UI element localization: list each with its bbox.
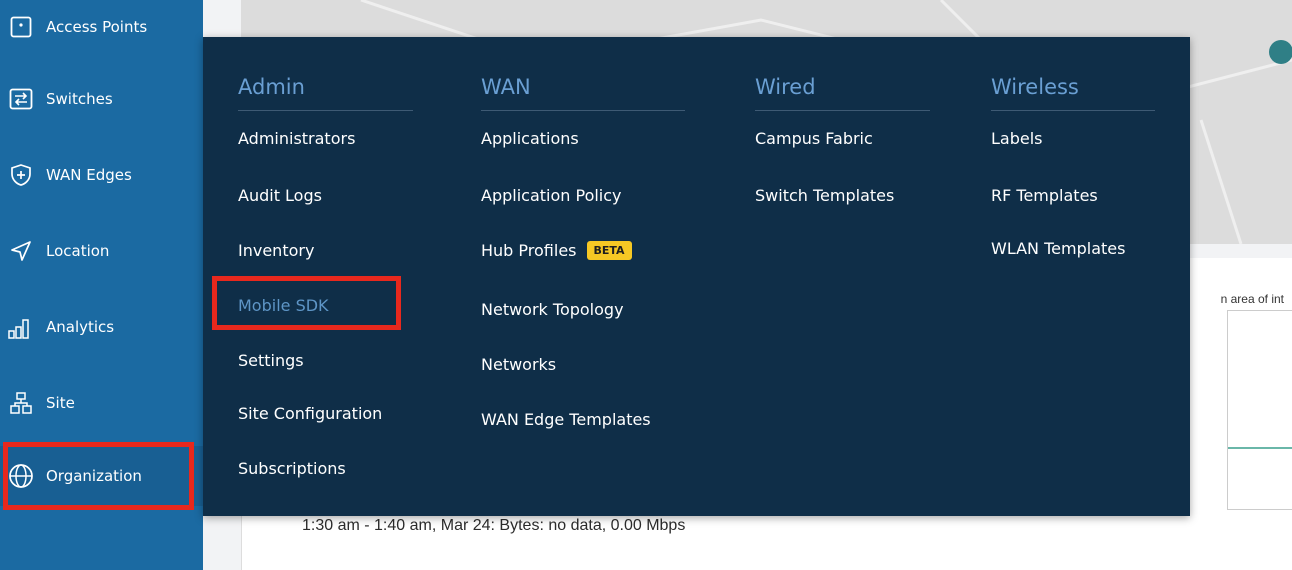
menu-header-wan: WAN [481, 75, 685, 111]
sidebar-item-organization[interactable]: Organization [0, 446, 203, 506]
sidebar-item-analytics[interactable]: Analytics [0, 297, 203, 357]
traffic-chart-box [1227, 310, 1292, 510]
traffic-summary-text: 1:30 am - 1:40 am, Mar 24: Bytes: no dat… [302, 517, 686, 534]
switch-icon [8, 86, 34, 112]
menu-item-campus-fabric[interactable]: Campus Fabric [755, 129, 873, 148]
sidebar-item-switches[interactable]: Switches [0, 69, 203, 129]
menu-item-applications[interactable]: Applications [481, 129, 579, 148]
sidebar-item-label: WAN Edges [46, 166, 132, 184]
analytics-icon [8, 314, 34, 340]
menu-item-site-configuration[interactable]: Site Configuration [238, 404, 382, 423]
site-icon [8, 390, 34, 416]
menu-item-administrators[interactable]: Administrators [238, 129, 355, 148]
sidebar-item-access-points[interactable]: Access Points [0, 0, 203, 57]
location-icon [8, 238, 34, 264]
sidebar-item-wan-edges[interactable]: WAN Edges [0, 145, 203, 205]
menu-item-networks[interactable]: Networks [481, 355, 556, 374]
beta-badge: BETA [586, 241, 632, 260]
sidebar-item-label: Access Points [46, 18, 148, 36]
sidebar-item-label: Analytics [46, 318, 115, 336]
organization-menu: Admin Administrators Audit Logs Inventor… [203, 37, 1190, 516]
menu-header-wireless: Wireless [991, 75, 1155, 111]
sidebar-item-location[interactable]: Location [0, 221, 203, 281]
menu-item-inventory[interactable]: Inventory [238, 241, 314, 260]
wan-edge-icon [8, 162, 34, 188]
menu-item-mobile-sdk[interactable]: Mobile SDK [238, 296, 329, 315]
menu-item-network-topology[interactable]: Network Topology [481, 300, 624, 319]
menu-item-labels[interactable]: Labels [991, 129, 1043, 148]
menu-item-subscriptions[interactable]: Subscriptions [238, 459, 346, 478]
globe-icon [8, 463, 34, 489]
traffic-line [1228, 447, 1292, 449]
access-point-icon [8, 14, 34, 40]
menu-item-hub-profiles[interactable]: Hub Profiles BETA [481, 241, 632, 260]
menu-item-switch-templates[interactable]: Switch Templates [755, 186, 894, 205]
menu-item-application-policy[interactable]: Application Policy [481, 186, 622, 205]
sidebar-item-label: Switches [46, 90, 113, 108]
menu-item-rf-templates[interactable]: RF Templates [991, 186, 1098, 205]
sidebar-item-label: Location [46, 242, 110, 260]
menu-header-admin: Admin [238, 75, 413, 111]
menu-header-wired: Wired [755, 75, 930, 111]
sidebar: Access Points Switches WAN Edges Locatio… [0, 0, 203, 570]
menu-item-wan-edge-templates[interactable]: WAN Edge Templates [481, 410, 651, 429]
menu-item-label: Hub Profiles [481, 241, 577, 260]
sidebar-item-site[interactable]: Site [0, 373, 203, 433]
sidebar-item-label: Organization [46, 467, 142, 485]
menu-item-audit-logs[interactable]: Audit Logs [238, 186, 322, 205]
menu-item-settings[interactable]: Settings [238, 351, 304, 370]
menu-item-wlan-templates[interactable]: WLAN Templates [991, 239, 1125, 258]
sidebar-item-label: Site [46, 394, 75, 412]
panel-hint-text: n area of int [1220, 292, 1284, 306]
